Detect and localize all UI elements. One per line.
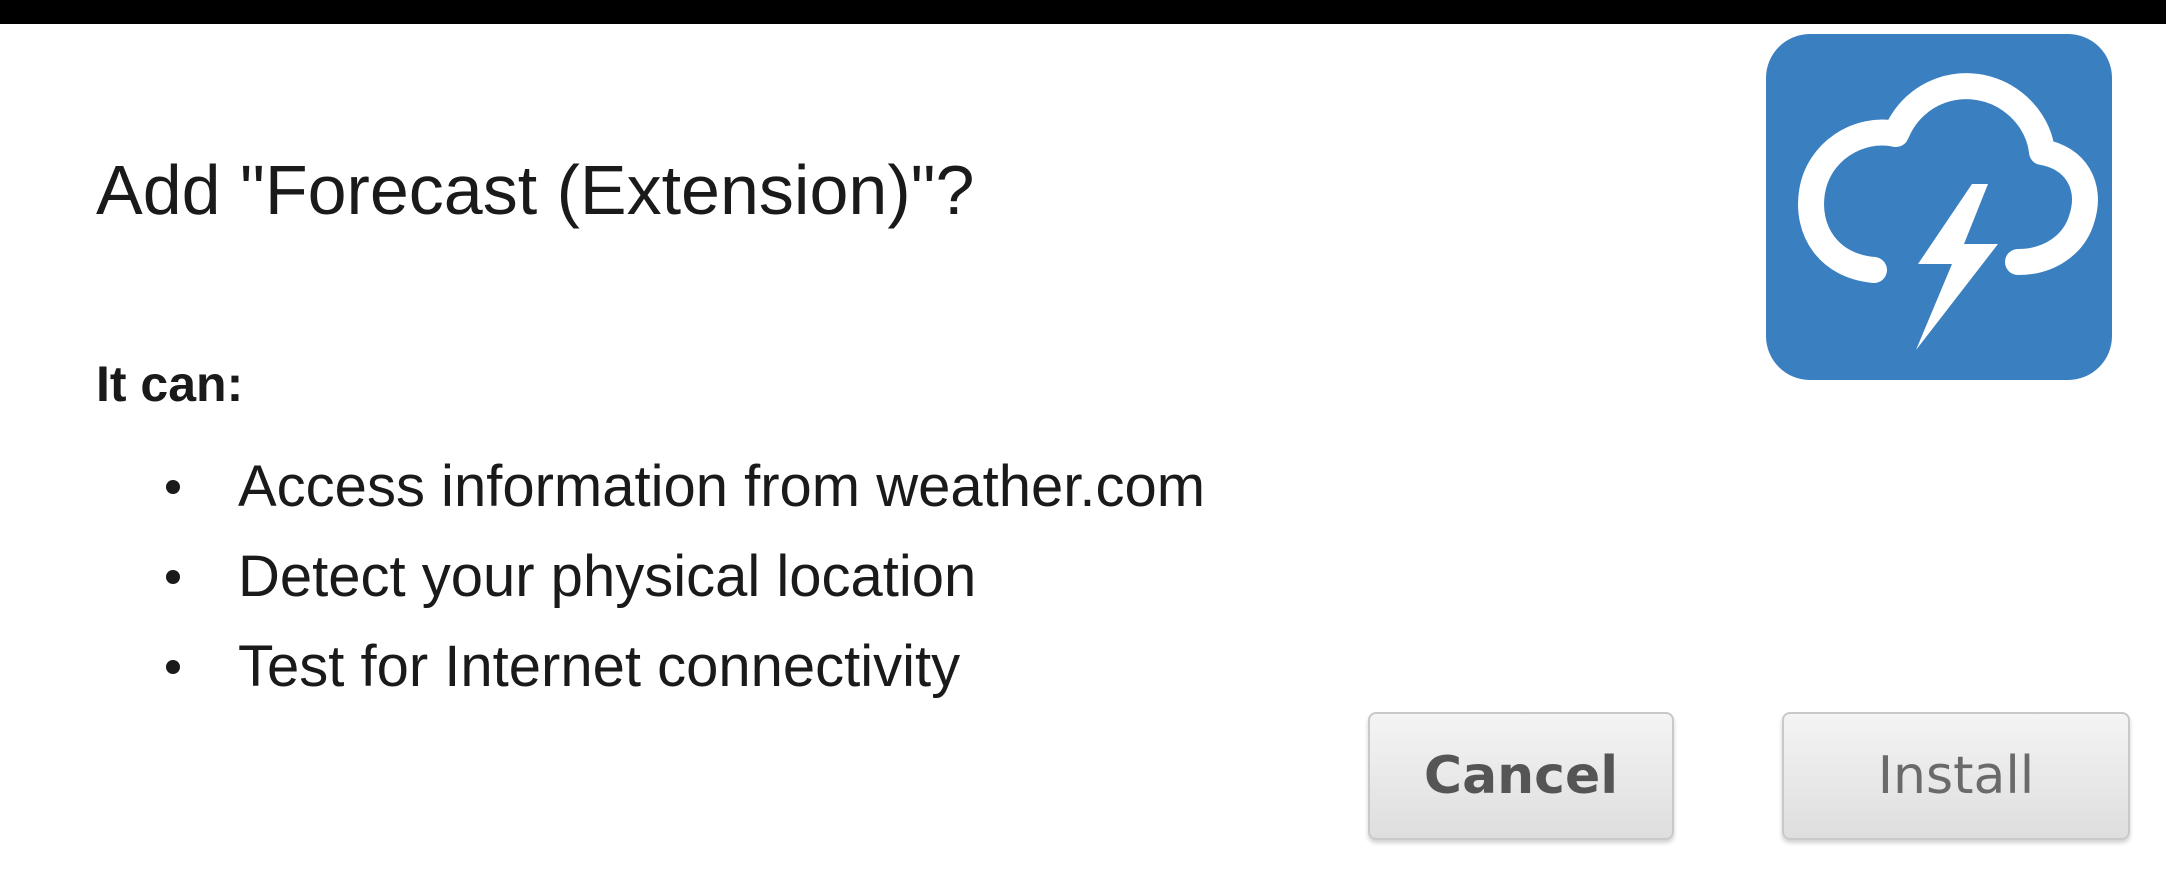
- permissions-list: Access information from weather.com Dete…: [160, 442, 1205, 712]
- extension-install-dialog: Add "Forecast (Extension)"? It can: Acce…: [0, 24, 2166, 891]
- forecast-cloud-lightning-icon: [1766, 34, 2112, 380]
- permission-item: Detect your physical location: [160, 532, 1205, 622]
- bullet-icon: [166, 660, 180, 674]
- install-button[interactable]: Install: [1782, 712, 2130, 840]
- permissions-heading: It can:: [96, 356, 244, 412]
- bullet-icon: [166, 570, 180, 584]
- bullet-icon: [166, 480, 180, 494]
- permission-text: Detect your physical location: [238, 544, 977, 609]
- dialog-title: Add "Forecast (Extension)"?: [96, 151, 975, 229]
- permission-item: Access information from weather.com: [160, 442, 1205, 532]
- permission-item: Test for Internet connectivity: [160, 622, 1205, 712]
- permission-text: Access information from weather.com: [238, 454, 1206, 519]
- cancel-button[interactable]: Cancel: [1368, 712, 1674, 840]
- permission-text: Test for Internet connectivity: [238, 634, 961, 699]
